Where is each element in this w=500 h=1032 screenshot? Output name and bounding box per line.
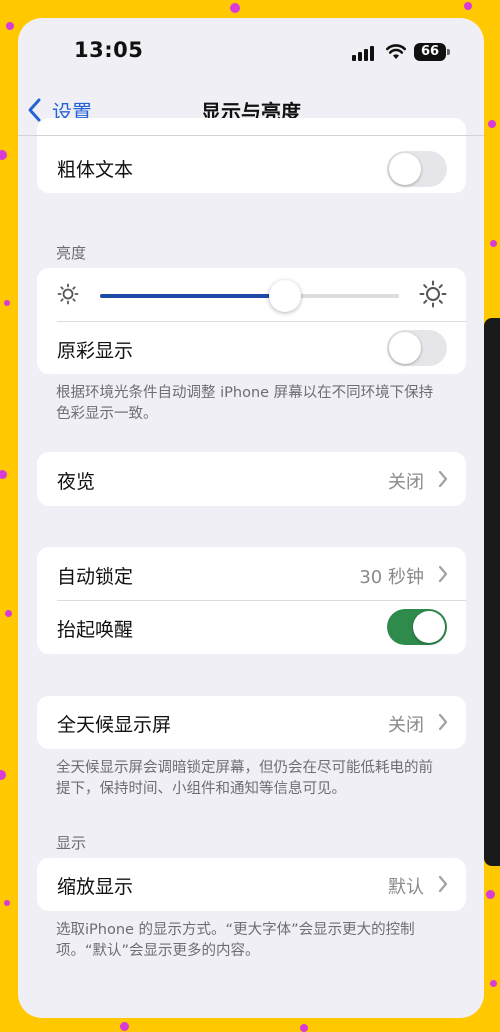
background-object	[484, 318, 500, 866]
brightness-slider[interactable]	[100, 280, 399, 312]
night-shift-row[interactable]: 夜览 关闭	[37, 453, 466, 505]
brightness-slider-thumb[interactable]	[269, 280, 302, 312]
always-on-value: 关闭	[388, 715, 424, 736]
display-zoom-row[interactable]: 缩放显示 默认	[37, 858, 466, 910]
auto-lock-value: 30 秒钟	[359, 567, 424, 588]
display-zoom-value: 默认	[388, 877, 424, 898]
always-on-row[interactable]: 全天候显示屏 关闭	[37, 696, 466, 748]
true-tone-toggle[interactable]	[387, 330, 447, 366]
settings-screen: 13:05 66 设置 显示与亮度 粗体文本 亮度 原彩显示 根据环境光条件自动…	[18, 18, 484, 1018]
chevron-right-icon	[438, 875, 448, 893]
brightness-card: 原彩显示	[37, 268, 466, 374]
battery-cap	[447, 49, 450, 55]
bold-text-row: 粗体文本	[37, 141, 466, 193]
true-tone-row: 原彩显示	[37, 322, 466, 374]
brightness-header: 亮度	[56, 244, 87, 262]
signal-bars-icon	[352, 45, 376, 61]
brightness-slider-fill	[100, 294, 286, 298]
bold-text-card: 粗体文本	[37, 118, 466, 193]
bold-text-toggle[interactable]	[387, 151, 447, 187]
display-zoom-label: 缩放显示	[57, 876, 134, 898]
true-tone-footnote: 根据环境光条件自动调整 iPhone 屏幕以在不同环境下保持色彩显示一致。	[56, 385, 434, 422]
wifi-icon	[386, 44, 406, 59]
chevron-right-icon	[438, 565, 448, 583]
true-tone-label: 原彩显示	[57, 340, 134, 362]
status-bar: 13:05 66	[18, 18, 484, 88]
raise-to-wake-toggle[interactable]	[387, 609, 447, 645]
brightness-slider-row	[37, 268, 466, 320]
display-zoom-card: 缩放显示 默认	[37, 858, 466, 911]
sun-large-icon	[419, 280, 447, 308]
night-shift-value: 关闭	[388, 472, 424, 493]
lock-card: 自动锁定 30 秒钟 抬起唤醒	[37, 547, 466, 654]
bold-text-label: 粗体文本	[57, 159, 134, 181]
chevron-right-icon	[438, 713, 448, 731]
sun-small-icon	[57, 283, 79, 305]
raise-to-wake-row: 抬起唤醒	[37, 601, 466, 653]
night-shift-label: 夜览	[57, 471, 96, 493]
night-shift-card: 夜览 关闭	[37, 452, 466, 506]
battery-icon: 66	[414, 43, 446, 61]
chevron-right-icon	[438, 470, 448, 488]
always-on-label: 全天候显示屏	[57, 714, 172, 736]
auto-lock-row[interactable]: 自动锁定 30 秒钟	[37, 548, 466, 600]
status-time: 13:05	[74, 38, 144, 62]
always-on-footnote: 全天候显示屏会调暗锁定屏幕，但仍会在尽可能低耗电的前提下，保持时间、小组件和通知…	[56, 760, 433, 797]
display-header: 显示	[56, 834, 87, 852]
nav-divider	[18, 135, 484, 136]
display-zoom-footnote: 选取iPhone 的显示方式。“更大字体”会显示更大的控制项。“默认”会显示更多…	[56, 922, 415, 959]
auto-lock-label: 自动锁定	[57, 566, 134, 588]
always-on-card: 全天候显示屏 关闭	[37, 696, 466, 749]
raise-to-wake-label: 抬起唤醒	[57, 619, 134, 641]
